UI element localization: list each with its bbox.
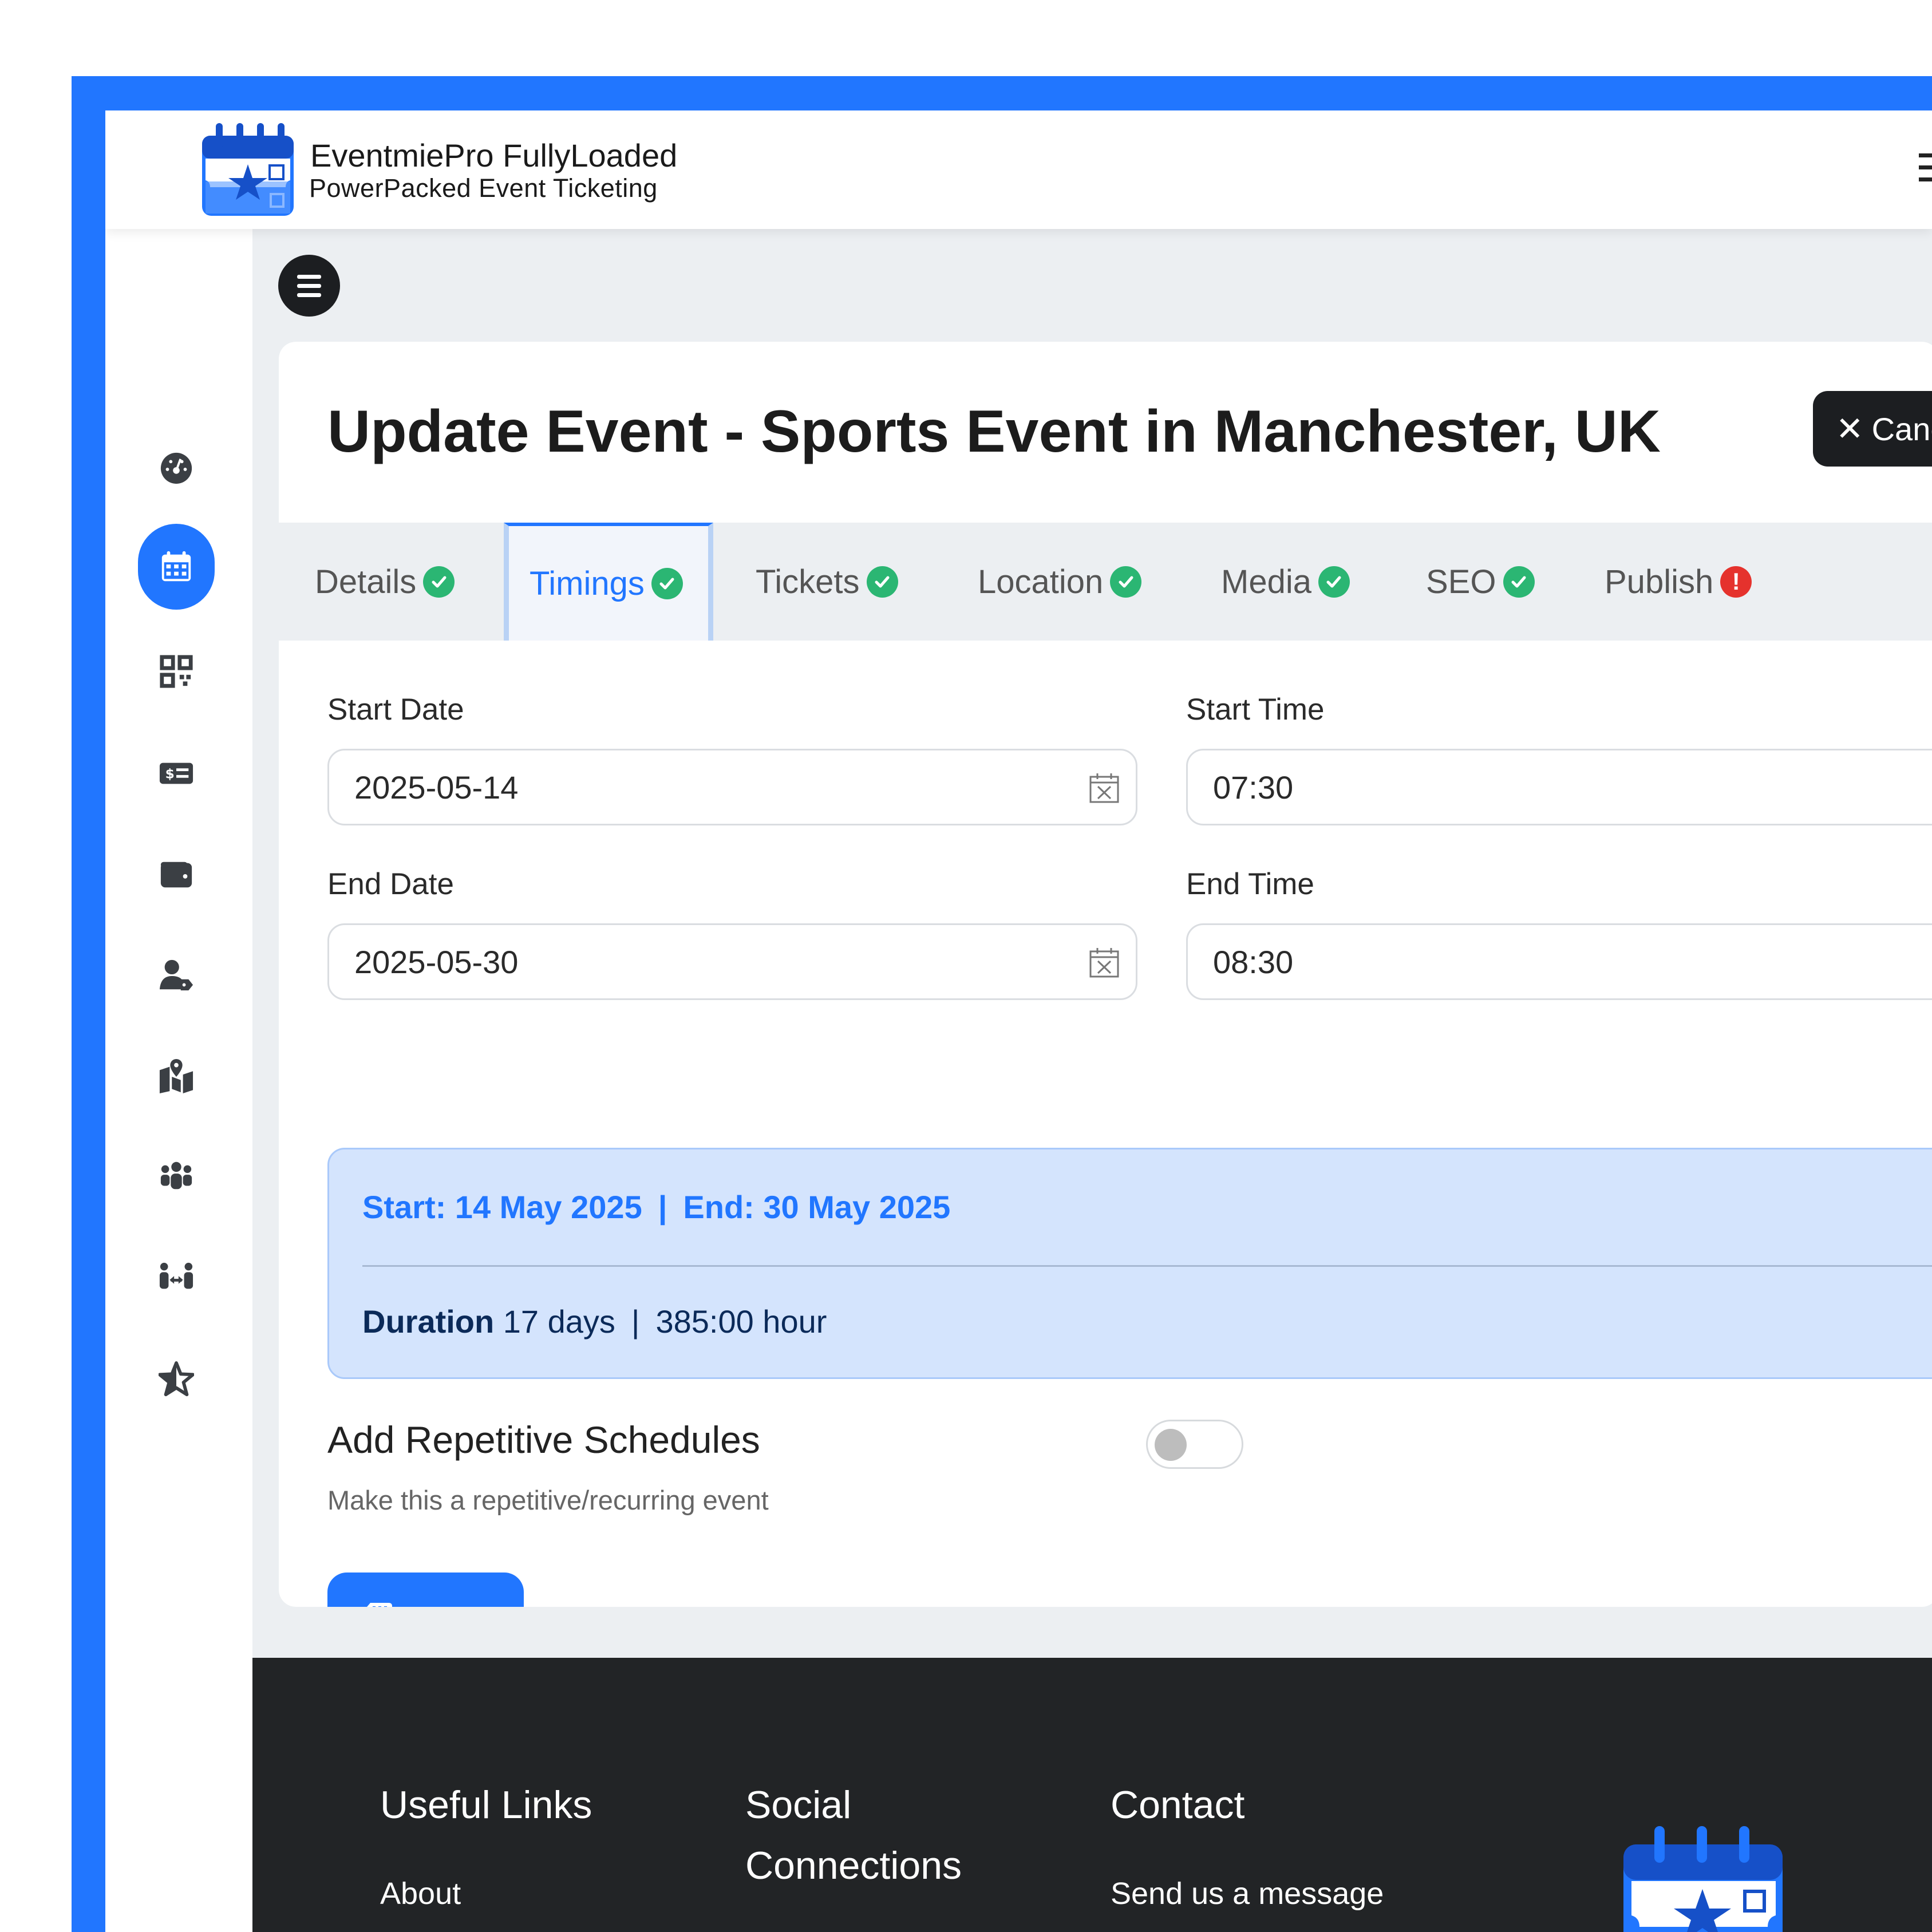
repetitive-schedules-title: Add Repetitive Schedules [327, 1419, 760, 1461]
tab-location[interactable]: Location [978, 523, 1142, 641]
save-button[interactable]: Save [327, 1573, 524, 1607]
footer-logo-icon [1623, 1826, 1783, 1932]
sidebar-item-attendees[interactable] [138, 1133, 215, 1219]
check-circle-icon [423, 566, 455, 598]
footer-social-title: Social Connections [745, 1783, 962, 1887]
people-group-icon [160, 1161, 192, 1190]
timing-summary-box: Start: 14 May 2025 | End: 30 May 2025 Dura… [327, 1148, 1932, 1379]
repetitive-schedules-help: Make this a repetitive/recurring event [327, 1485, 769, 1515]
summary-dates: Start: 14 May 2025 | End: 30 May 2025 [362, 1189, 951, 1225]
summary-divider [362, 1265, 1932, 1267]
page-title: Update Event - Sports Event in Mancheste… [327, 398, 1661, 465]
browser-frame: EventmiePro FullyLoaded PowerPacked Even… [72, 76, 1932, 1932]
cancel-button[interactable]: ✕ Canc [1813, 391, 1932, 467]
wallet-icon [160, 862, 192, 888]
check-circle-icon [1503, 566, 1535, 598]
end-time-input[interactable]: 08:30 [1186, 923, 1932, 1000]
sidebar: $ [105, 229, 252, 1932]
tab-tickets[interactable]: Tickets [756, 523, 898, 641]
user-tag-icon [159, 959, 193, 991]
summary-start: Start: 14 May 2025 [362, 1189, 642, 1225]
sidebar-item-dashboard[interactable] [138, 425, 215, 511]
tab-seo[interactable]: SEO [1426, 523, 1535, 641]
save-button-label: Save [402, 1599, 488, 1607]
footer: Useful Links About Social Connections Co… [252, 1658, 1932, 1932]
end-date-input[interactable]: 2025-05-30 [327, 923, 1137, 1000]
start-time-label: Start Time [1186, 693, 1325, 726]
check-circle-icon [1318, 566, 1350, 598]
app-viewport: EventmiePro FullyLoaded PowerPacked Even… [105, 110, 1932, 1932]
calendar-icon [161, 551, 191, 582]
sidebar-item-venues[interactable] [138, 1033, 215, 1119]
sidebar-item-customers[interactable] [138, 932, 215, 1018]
tab-publish[interactable]: Publish ! [1605, 523, 1752, 641]
sidebar-item-wallet[interactable] [138, 831, 215, 917]
tab-media[interactable]: Media [1221, 523, 1350, 641]
qr-code-icon [160, 655, 193, 688]
brand-title: EventmiePro FullyLoaded [310, 137, 678, 173]
toggle-knob [1155, 1429, 1187, 1461]
sd-card-icon [367, 1603, 393, 1607]
brand-subtitle: PowerPacked Event Ticketing [309, 173, 658, 203]
tab-timings[interactable]: Timings [504, 523, 713, 641]
end-date-label: End Date [327, 867, 454, 901]
footer-contact-title: Contact [1111, 1783, 1245, 1827]
sidebar-item-events[interactable] [138, 524, 215, 610]
tab-details[interactable]: Details [315, 523, 455, 641]
summary-duration: Duration 17 days | 385:00 hour [362, 1303, 827, 1340]
sidebar-item-organisers[interactable] [138, 1235, 215, 1321]
calendar-clear-icon[interactable] [1089, 772, 1120, 804]
people-arrows-icon [159, 1262, 193, 1289]
sidebar-item-tickets[interactable]: $ [138, 730, 215, 816]
sidebar-toggle-button[interactable] [278, 255, 340, 317]
check-circle-icon [866, 566, 898, 598]
start-time-input[interactable]: 07:30 [1186, 749, 1932, 825]
sidebar-item-reviews[interactable] [138, 1336, 215, 1422]
top-header: EventmiePro FullyLoaded PowerPacked Even… [105, 110, 1932, 229]
check-circle-icon [1110, 566, 1142, 598]
end-time-label: End Time [1186, 867, 1314, 901]
start-date-input[interactable]: 2025-05-14 [327, 749, 1137, 825]
check-circle-icon [651, 567, 683, 599]
calendar-clear-icon[interactable] [1089, 947, 1120, 979]
sidebar-item-checkin[interactable] [138, 629, 215, 714]
footer-useful-links-title: Useful Links [380, 1783, 592, 1827]
header-menu-icon[interactable] [1919, 153, 1932, 188]
start-date-label: Start Date [327, 693, 464, 726]
ticket-money-icon: $ [159, 762, 193, 784]
app-logo-icon[interactable] [200, 118, 296, 218]
cancel-button-label: Canc [1871, 410, 1932, 447]
summary-end: End: 30 May 2025 [683, 1189, 951, 1225]
repetitive-schedules-toggle[interactable] [1146, 1420, 1243, 1469]
event-tabs: Details Timings Tickets Location Media S… [279, 523, 1932, 641]
dashboard-icon [160, 452, 192, 484]
star-icon [159, 1361, 194, 1397]
exclamation-circle-icon: ! [1720, 566, 1752, 598]
footer-link-contact[interactable]: Send us a message [1111, 1876, 1384, 1911]
map-location-icon [159, 1058, 193, 1093]
event-form-card: Update Event - Sports Event in Mancheste… [279, 342, 1932, 1607]
footer-link-about[interactable]: About [380, 1876, 461, 1911]
svg-text:$: $ [165, 767, 175, 782]
close-icon: ✕ [1836, 410, 1864, 448]
